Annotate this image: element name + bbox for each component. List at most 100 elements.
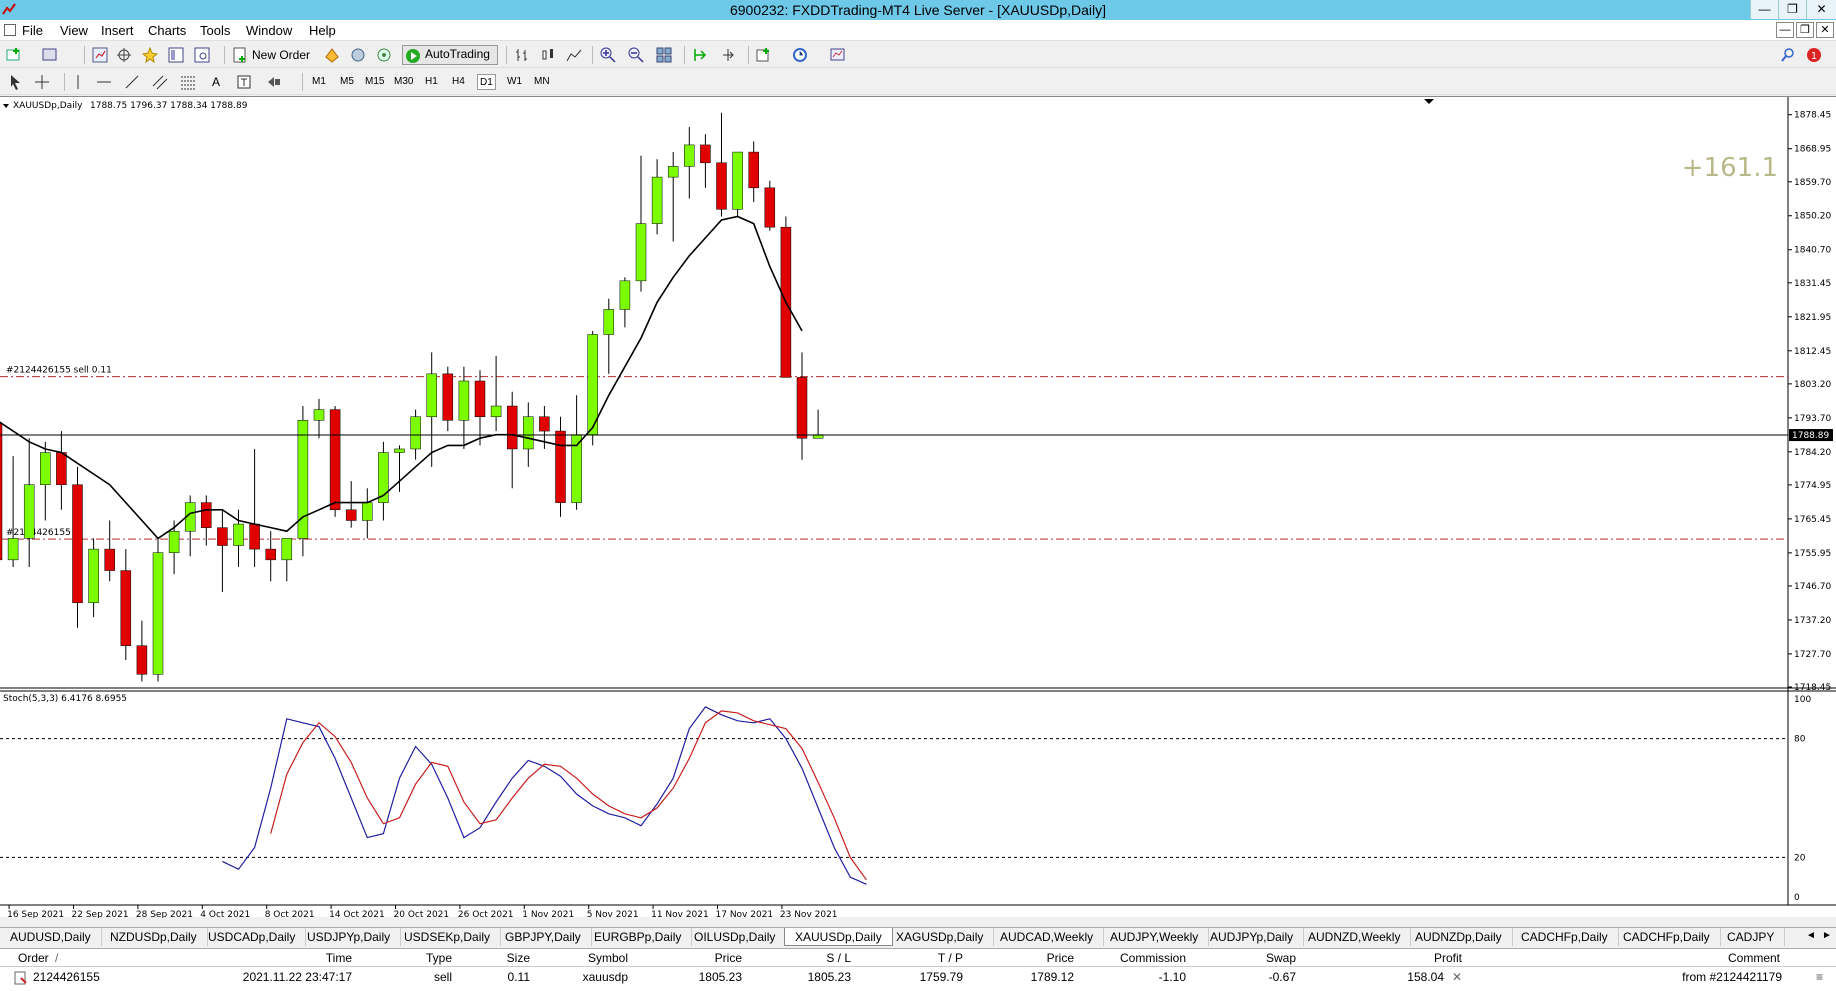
timeframe-m5[interactable]: M5 (338, 74, 356, 90)
ohlc-label: 1788.75 1796.37 1788.34 1788.89 (90, 101, 248, 111)
close-order-icon[interactable]: ✕ (1452, 970, 1462, 984)
search-icon[interactable] (1780, 47, 1796, 63)
col-profit[interactable]: Profit (1410, 951, 1462, 965)
symbol-tab[interactable]: USDCADp,Daily (198, 928, 307, 946)
menu-tools[interactable]: Tools (200, 23, 230, 38)
indicators-icon[interactable] (756, 47, 772, 63)
menu-help[interactable]: Help (309, 23, 336, 38)
col-symbol[interactable]: Symbol (576, 951, 628, 965)
candle-body (748, 151, 759, 189)
symbol-tab[interactable]: EURGBPp,Daily (584, 928, 693, 946)
market-watch-icon[interactable] (92, 47, 108, 63)
symbol-tab[interactable]: NZDUSDp,Daily (100, 928, 208, 946)
col-sl[interactable]: S / L (799, 951, 851, 965)
symbol-tab[interactable]: AUDCAD,Weekly (990, 928, 1105, 946)
new-chart-icon[interactable] (6, 47, 22, 63)
symbol-tab[interactable]: AUDNZD,Weekly (1298, 928, 1412, 946)
arrows-icon[interactable] (266, 74, 282, 90)
auto-scroll-icon[interactable] (692, 47, 708, 63)
symbol-tab[interactable]: XAUUSDp,Daily (784, 928, 893, 946)
history-center-icon[interactable] (350, 47, 366, 63)
restore-button[interactable]: ❐ (1778, 0, 1806, 19)
col-comment[interactable]: Comment (1700, 951, 1780, 965)
col-tp[interactable]: T / P (911, 951, 963, 965)
zoom-in-icon[interactable] (600, 47, 616, 63)
col-price[interactable]: Price (690, 951, 742, 965)
symbol-tab[interactable]: USDSEKp,Daily (394, 928, 502, 946)
child-minimize-button[interactable]: — (1776, 22, 1794, 38)
profiles-icon[interactable] (42, 47, 58, 63)
metaeditor-icon[interactable] (324, 47, 340, 63)
chart-shift-icon[interactable] (720, 47, 736, 63)
text-label-icon[interactable] (236, 74, 252, 90)
price-chart[interactable]: 1878.45 1868.95 1859.70 1850.20 1840.70 1831.… (0, 97, 1836, 918)
terminal-icon[interactable] (168, 47, 184, 63)
tab-scroll-left-icon[interactable]: ◄ (1806, 930, 1816, 941)
menu-lines-icon[interactable]: ≡ (1816, 970, 1823, 984)
symbol-tab[interactable]: XAGUSDp,Daily (886, 928, 995, 946)
new-order-icon[interactable] (232, 47, 248, 63)
trendline-icon[interactable] (124, 74, 140, 90)
tab-scroll-right-icon[interactable]: ► (1822, 930, 1832, 941)
navigator-icon[interactable] (142, 47, 158, 63)
symbol-tab[interactable]: OILUSDp,Daily (684, 928, 787, 946)
symbol-tab[interactable]: AUDJPY,Weekly (1100, 928, 1210, 946)
timeframe-m30[interactable]: M30 (392, 74, 415, 90)
menu-view[interactable]: View (60, 23, 88, 38)
vertical-line-icon[interactable] (70, 74, 86, 90)
symbol-label: XAUUSDp,Daily (13, 101, 83, 111)
timeframe-d1[interactable]: D1 (477, 74, 496, 90)
col-commission[interactable]: Commission (1100, 951, 1186, 965)
equidistant-channel-icon[interactable] (152, 74, 168, 90)
menu-insert[interactable]: Insert (101, 23, 134, 38)
col-order[interactable]: Order (18, 951, 49, 965)
timeframe-h1[interactable]: H1 (423, 74, 440, 90)
strategy-tester-icon[interactable] (194, 47, 210, 63)
auto-trading-toggle[interactable]: AutoTrading (402, 45, 498, 65)
symbol-tab[interactable]: CADJPY (1717, 928, 1786, 946)
signals-icon[interactable] (376, 47, 392, 63)
chart-window[interactable]: 1878.45 1868.95 1859.70 1850.20 1840.70 1831.… (0, 96, 1836, 918)
symbol-tab[interactable]: CADCHFp,Daily (1511, 928, 1619, 946)
candlesticks-icon[interactable] (540, 47, 556, 63)
col-time[interactable]: Time (300, 951, 352, 965)
timeframe-m15[interactable]: M15 (363, 74, 386, 90)
col-size[interactable]: Size (478, 951, 530, 965)
notification-alert-icon[interactable]: 1 (1806, 47, 1822, 63)
timeframe-w1[interactable]: W1 (505, 74, 524, 90)
minimize-button[interactable]: — (1750, 0, 1778, 19)
bar-chart-icon[interactable] (514, 47, 530, 63)
close-button[interactable]: ✕ (1806, 0, 1836, 19)
horizontal-line-icon[interactable] (96, 74, 112, 90)
timeframe-mn[interactable]: MN (532, 74, 552, 90)
symbol-tab[interactable]: AUDJPYp,Daily (1200, 928, 1305, 946)
fibonacci-icon[interactable] (180, 74, 196, 90)
table-row[interactable]: 2124426155 2021.11.22 23:47:17 sell 0.11… (0, 968, 1836, 986)
col-current-price[interactable]: Price (1022, 951, 1074, 965)
menu-window[interactable]: Window (246, 23, 292, 38)
child-close-button[interactable]: ✕ (1816, 22, 1834, 38)
symbol-tab[interactable]: USDJPYp,Daily (297, 928, 402, 946)
timeframe-h4[interactable]: H4 (450, 74, 467, 90)
col-type[interactable]: Type (400, 951, 452, 965)
child-restore-button[interactable]: ❐ (1796, 22, 1814, 38)
new-order-button[interactable]: New Order (252, 46, 310, 64)
tile-windows-icon[interactable] (656, 47, 672, 63)
col-swap[interactable]: Swap (1244, 951, 1296, 965)
menu-charts[interactable]: Charts (148, 23, 186, 38)
menu-file[interactable]: File (22, 23, 43, 38)
zoom-out-icon[interactable] (628, 47, 644, 63)
auto-trading-icon (406, 49, 420, 63)
crosshair-icon[interactable] (34, 74, 50, 90)
symbol-tab[interactable]: AUDNZDp,Daily (1405, 928, 1513, 946)
symbol-tab[interactable]: CADCHFp,Daily (1613, 928, 1721, 946)
timeframe-m1[interactable]: M1 (310, 74, 328, 90)
cursor-icon[interactable] (8, 74, 24, 90)
templates-icon[interactable] (830, 47, 846, 63)
periods-clock-icon[interactable] (792, 47, 808, 63)
data-window-icon[interactable] (116, 47, 132, 63)
symbol-tab[interactable]: AUDUSD,Daily (0, 928, 102, 946)
line-chart-icon[interactable] (566, 47, 582, 63)
text-tool-icon[interactable]: A (212, 73, 220, 91)
symbol-tab[interactable]: GBPJPY,Daily (495, 928, 592, 946)
